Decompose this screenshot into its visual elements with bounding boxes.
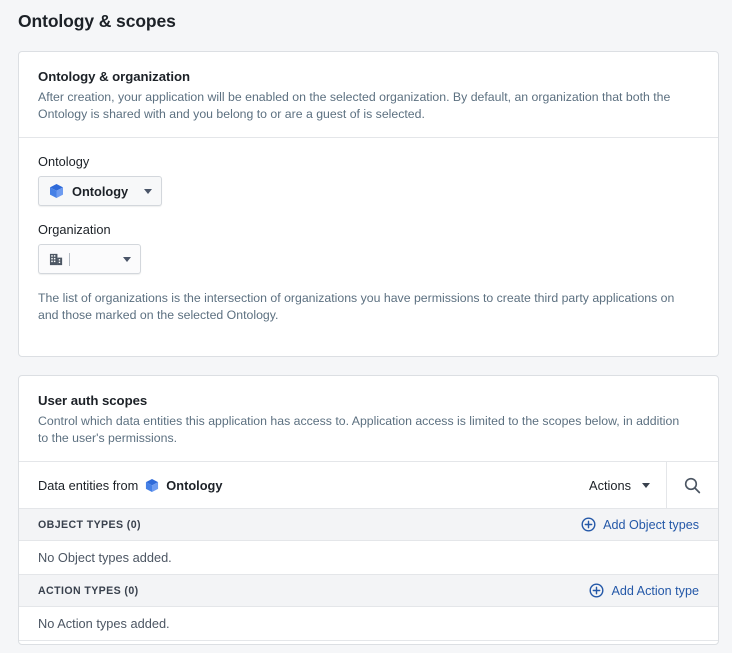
ontology-organization-card: Ontology & organization After creation, … <box>18 51 719 357</box>
add-object-types-button[interactable]: Add Object types <box>581 517 699 532</box>
action-types-empty-row: No Action types added. <box>19 607 718 641</box>
add-action-type-label: Add Action type <box>611 583 699 598</box>
data-entities-source-name: Ontology <box>166 477 223 493</box>
plus-circle-icon <box>581 517 596 532</box>
organization-helper-text: The list of organizations is the interse… <box>38 291 675 322</box>
building-icon <box>49 252 64 267</box>
object-types-empty-text: No Object types added. <box>38 550 172 565</box>
ontology-card-body: Ontology Ontology Organization The list … <box>19 138 718 337</box>
search-icon <box>683 476 702 495</box>
ontology-select[interactable]: Ontology <box>38 176 163 206</box>
section-header-object-types: OBJECT TYPES (0) Add Object types <box>19 509 718 541</box>
add-action-type-button[interactable]: Add Action type <box>589 583 699 598</box>
ontology-card-description: After creation, your application will be… <box>38 90 671 121</box>
search-button[interactable] <box>666 462 718 508</box>
actions-menu-button[interactable]: Actions <box>579 462 666 508</box>
ontology-card-heading: Ontology & organization <box>38 69 190 84</box>
ontology-select-value: Ontology <box>72 183 129 199</box>
object-types-empty-row: No Object types added. <box>19 541 718 575</box>
cube-icon <box>145 478 159 493</box>
ontology-field: Ontology Ontology <box>38 154 699 206</box>
ontology-scopes-page: Ontology & scopes Ontology & organizatio… <box>0 0 732 653</box>
ontology-card-header: Ontology & organization After creation, … <box>19 52 718 138</box>
cube-icon <box>49 183 64 199</box>
data-entities-source: Data entities from Ontology <box>19 462 579 508</box>
actions-menu-label: Actions <box>589 477 631 493</box>
chevron-down-icon <box>642 482 650 488</box>
organization-select-cursor <box>69 252 70 266</box>
organization-field: Organization <box>38 222 699 274</box>
data-entities-toolbar: Data entities from Ontology Actions <box>19 462 718 509</box>
action-types-empty-text: No Action types added. <box>38 616 170 631</box>
section-title-object-types: OBJECT TYPES (0) <box>38 518 141 531</box>
scopes-card-header: User auth scopes Control which data enti… <box>19 376 718 462</box>
organization-select[interactable] <box>38 244 141 274</box>
page-title: Ontology & scopes <box>18 11 176 31</box>
user-auth-scopes-card: User auth scopes Control which data enti… <box>18 375 719 645</box>
organization-field-label: Organization <box>38 222 111 237</box>
scopes-card-heading: User auth scopes <box>38 393 148 408</box>
data-entities-source-prefix: Data entities from <box>38 477 139 493</box>
add-object-types-label: Add Object types <box>603 517 699 532</box>
chevron-down-icon <box>144 188 153 194</box>
plus-circle-icon <box>589 583 604 598</box>
scopes-card-description: Control which data entities this applica… <box>38 414 680 445</box>
section-title-action-types: ACTION TYPES (0) <box>38 584 139 597</box>
ontology-field-label: Ontology <box>38 154 90 169</box>
chevron-down-icon <box>123 256 131 262</box>
section-header-action-types: ACTION TYPES (0) Add Action type <box>19 575 718 607</box>
